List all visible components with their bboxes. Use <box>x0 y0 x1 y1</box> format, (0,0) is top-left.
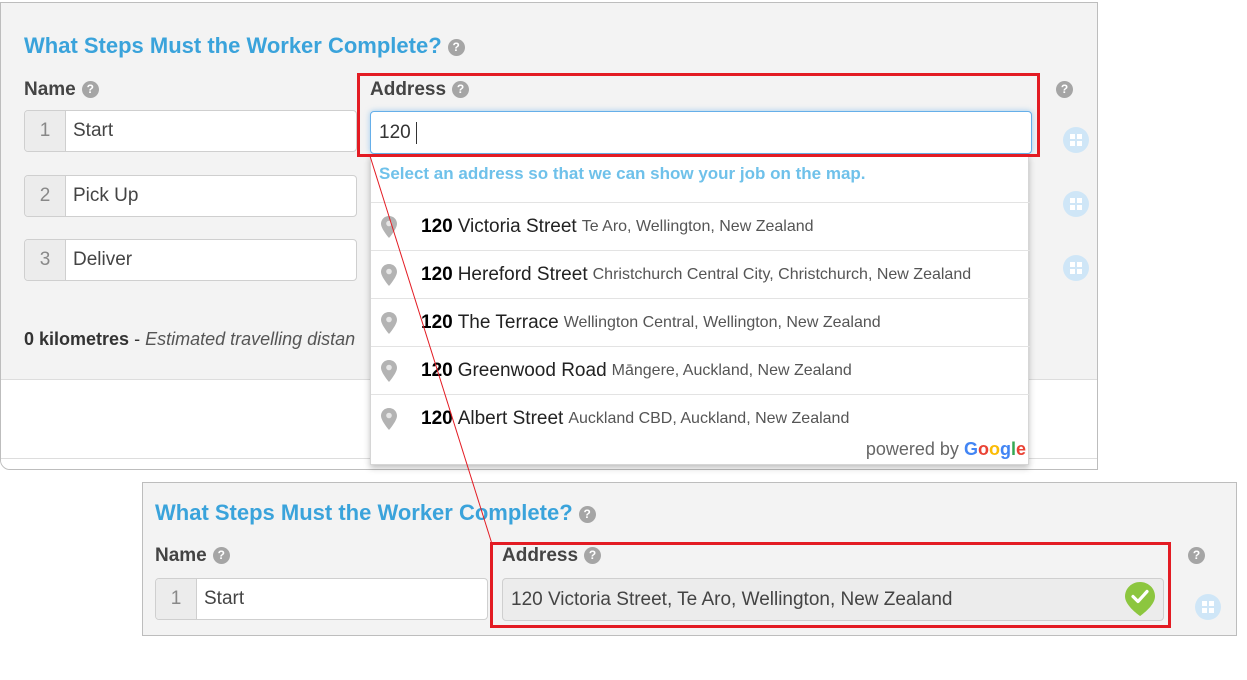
suggestion-item[interactable]: 120 Albert Street Auckland CBD, Auckland, … <box>371 394 1030 442</box>
suggestion-item[interactable]: 120 The Terrace Wellington Central, Wellin… <box>371 298 1030 346</box>
map-pin-icon <box>381 263 397 286</box>
highlight-box-address-typing <box>357 73 1040 157</box>
distance-value: 0 kilometres <box>24 329 130 349</box>
step-number: 3 <box>25 240 66 280</box>
help-icon[interactable]: ? <box>578 505 596 523</box>
step-row: 1 Start <box>24 110 357 152</box>
step-number: 1 <box>25 111 66 151</box>
distance-caption: Estimated travelling distan <box>145 329 356 349</box>
actions-column-label: ? <box>1050 79 1073 101</box>
dropdown-hint: Select an address so that we can show yo… <box>379 164 866 183</box>
grid-icon[interactable] <box>1063 191 1089 217</box>
grid-icon[interactable] <box>1195 594 1221 620</box>
name-column-label: Name? <box>24 79 99 101</box>
help-icon[interactable]: ? <box>447 38 465 56</box>
name-column-label: Name? <box>155 545 230 567</box>
step-row: 2 Pick Up <box>24 175 357 217</box>
step-number: 2 <box>25 176 66 216</box>
suggestion-item[interactable]: 120 Hereford Street Christchurch Central C… <box>371 250 1030 298</box>
grid-icon[interactable] <box>1063 127 1089 153</box>
grid-icon[interactable] <box>1063 255 1089 281</box>
powered-by-google: powered by Google <box>865 439 1026 459</box>
map-pin-icon <box>381 359 397 382</box>
step-name-input[interactable]: Deliver <box>66 240 356 280</box>
section-title: What Steps Must the Worker Complete?? <box>24 33 465 59</box>
help-icon[interactable]: ? <box>1056 81 1073 99</box>
suggestion-item[interactable]: 120 Victoria Street Te Aro, Wellington, Ne… <box>371 202 1030 250</box>
suggestion-item[interactable]: 120 Greenwood Road Māngere, Auckland, New … <box>371 346 1030 394</box>
distance-summary: 0 kilometres - Estimated travelling dist… <box>24 329 356 349</box>
help-icon[interactable]: ? <box>212 547 230 565</box>
section-title: What Steps Must the Worker Complete?? <box>155 500 596 526</box>
step-number: 1 <box>156 579 197 619</box>
actions-column-label: ? <box>1182 545 1205 567</box>
map-pin-icon <box>381 215 397 238</box>
map-pin-icon <box>381 311 397 334</box>
step-row: 3 Deliver <box>24 239 357 281</box>
address-suggestions-dropdown: Select an address so that we can show yo… <box>370 155 1030 465</box>
step-name-input[interactable]: Start <box>66 111 356 151</box>
help-icon[interactable]: ? <box>1188 547 1205 565</box>
step-name-input[interactable]: Start <box>197 579 487 619</box>
step-name-input[interactable]: Pick Up <box>66 176 356 216</box>
help-icon[interactable]: ? <box>81 81 99 99</box>
highlight-box-address-selected <box>490 542 1171 628</box>
step-row: 1 Start <box>155 578 488 620</box>
map-pin-icon <box>381 407 397 430</box>
google-logo: Google <box>963 439 1026 459</box>
